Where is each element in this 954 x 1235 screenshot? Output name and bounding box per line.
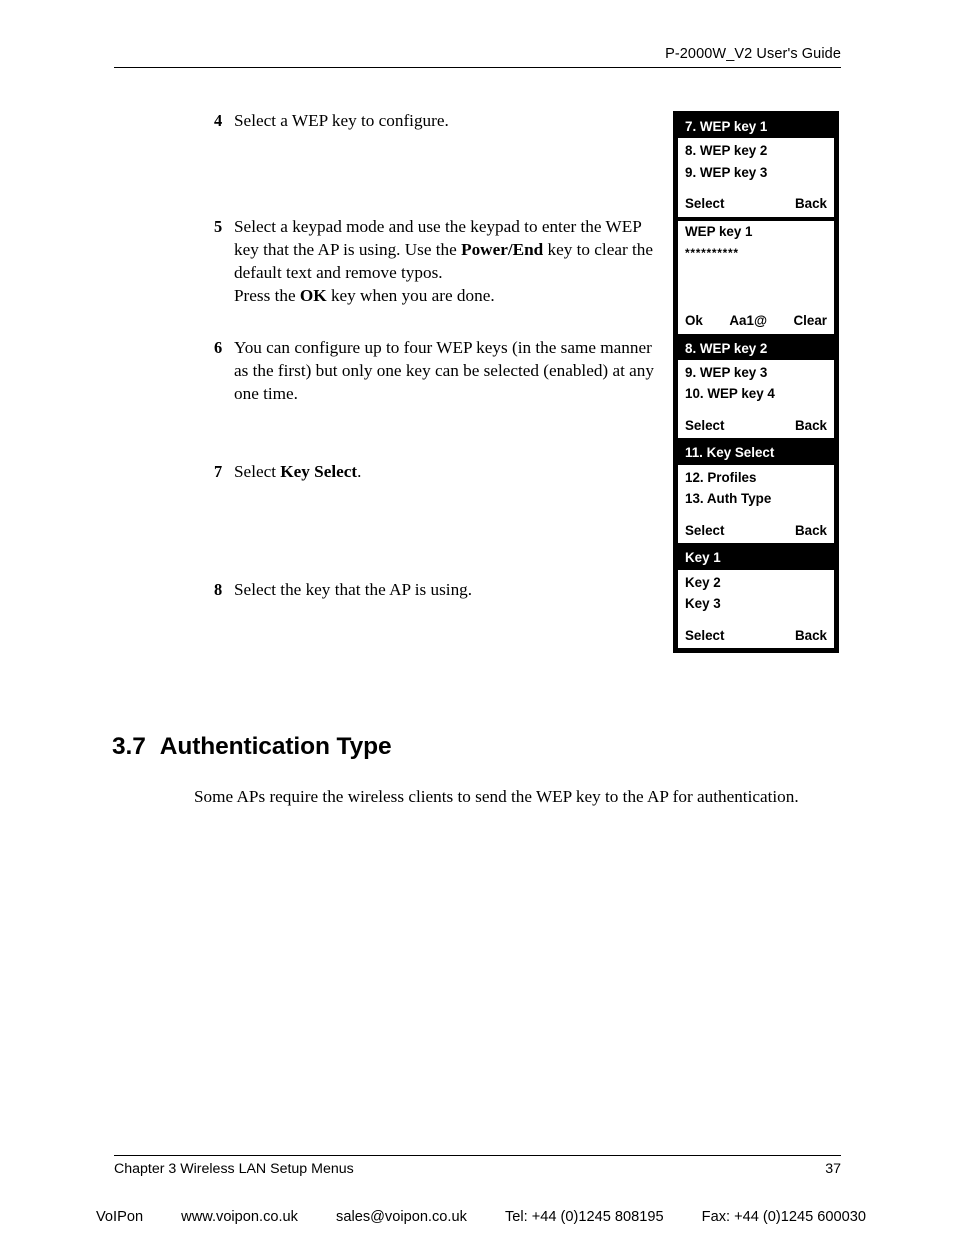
lcd-selected-row[interactable]: Key 1 <box>678 547 834 570</box>
lcd-softkey-bar: Select Back <box>678 414 834 439</box>
lcd-menu-items: 9. WEP key 3 10. WEP key 4 <box>678 360 834 415</box>
lcd-screen-wep-key-entry: WEP key 1 ********** Ok Aa1@ Clear <box>678 220 834 334</box>
section-body-paragraph: Some APs require the wireless clients to… <box>194 787 799 806</box>
phone-lcd-screen-stack: 7. WEP key 1 8. WEP key 2 9. WEP key 3 S… <box>673 111 839 654</box>
lcd-screen-key-select-menu: 11. Key Select 12. Profiles 13. Auth Typ… <box>678 442 834 544</box>
step-number: 5 <box>214 216 223 236</box>
lcd-menu-items: 8. WEP key 2 9. WEP key 3 <box>678 138 834 193</box>
step-item: 7 Select Key Select. <box>214 461 670 484</box>
header-title: P-2000W_V2 User's Guide <box>665 46 841 62</box>
footer-page-number: 37 <box>825 1161 841 1177</box>
step-text: Select a WEP key to configure. <box>234 111 449 130</box>
softkey-back[interactable]: Back <box>795 523 827 538</box>
step-text: Select Key Select. <box>234 462 362 481</box>
softkey-clear[interactable]: Clear <box>794 313 828 328</box>
lcd-menu-item[interactable]: 8. WEP key 2 <box>685 140 827 161</box>
watermark-brand: VoIPon <box>96 1209 144 1225</box>
voipon-watermark-bar: VoIPon www.voipon.co.uk sales@voipon.co.… <box>96 1209 866 1225</box>
step-number: 8 <box>214 579 223 599</box>
page-header: P-2000W_V2 User's Guide <box>114 46 841 68</box>
softkey-back[interactable]: Back <box>795 196 827 211</box>
section-heading: 3.7 Authentication Type <box>112 733 392 761</box>
lcd-menu-items: Key 2 Key 3 <box>678 569 834 624</box>
step-text: Select a keypad mode and use the keypad … <box>234 216 653 305</box>
lcd-screen-wep-key-list-1: 7. WEP key 1 8. WEP key 2 9. WEP key 3 S… <box>678 116 834 217</box>
lcd-softkey-bar: Ok Aa1@ Clear <box>678 309 834 334</box>
step-item: 4 Select a WEP key to configure. <box>214 110 670 133</box>
softkey-keypad-mode[interactable]: Aa1@ <box>703 313 794 328</box>
lcd-screen-key-choice-list: Key 1 Key 2 Key 3 Select Back <box>678 547 834 649</box>
watermark-website[interactable]: www.voipon.co.uk <box>181 1209 298 1225</box>
step-text: You can configure up to four WEP keys (i… <box>234 338 654 404</box>
lcd-softkey-bar: Select Back <box>678 518 834 544</box>
lcd-softkey-bar: Select Back <box>678 192 834 217</box>
softkey-select[interactable]: Select <box>685 418 795 433</box>
step-item: 5 Select a keypad mode and use the keypa… <box>214 216 670 308</box>
lcd-selected-row[interactable]: 8. WEP key 2 <box>678 337 834 361</box>
softkey-select[interactable]: Select <box>685 196 795 211</box>
lcd-selected-row[interactable]: 11. Key Select <box>678 442 834 465</box>
page-footer: Chapter 3 Wireless LAN Setup Menus 37 <box>114 1155 841 1177</box>
step-number: 7 <box>214 462 223 481</box>
numbered-step-list: 4 Select a WEP key to configure. 5 Selec… <box>214 110 670 602</box>
step-number: 4 <box>214 111 223 130</box>
section-number: 3.7 <box>112 733 146 760</box>
step-text: Select the key that the AP is using. <box>234 579 473 599</box>
masked-key-value[interactable]: ********** <box>685 245 827 260</box>
lcd-screen-title: WEP key 1 <box>678 220 834 244</box>
lcd-menu-item[interactable]: Key 3 <box>685 593 827 614</box>
lcd-menu-items: 12. Profiles 13. Auth Type <box>678 464 834 519</box>
lcd-value-area: ********** <box>678 243 834 310</box>
lcd-menu-item[interactable]: Key 2 <box>685 572 827 593</box>
watermark-fax: Fax: +44 (0)1245 600030 <box>701 1209 866 1225</box>
watermark-telephone: Tel: +44 (0)1245 808195 <box>504 1209 664 1225</box>
footer-chapter-label: Chapter 3 Wireless LAN Setup Menus <box>114 1161 354 1177</box>
lcd-screen-wep-key-list-2: 8. WEP key 2 9. WEP key 3 10. WEP key 4 … <box>678 337 834 439</box>
softkey-back[interactable]: Back <box>795 628 827 643</box>
softkey-select[interactable]: Select <box>685 628 795 643</box>
lcd-menu-item[interactable]: 9. WEP key 3 <box>685 362 827 383</box>
lcd-softkey-bar: Select Back <box>678 623 834 649</box>
softkey-ok[interactable]: Ok <box>685 313 703 328</box>
lcd-selected-row[interactable]: 7. WEP key 1 <box>678 116 834 139</box>
step-item: 8 Select the key that the AP is using. <box>214 579 670 602</box>
lcd-menu-item[interactable]: 13. Auth Type <box>685 488 827 509</box>
section-title: Authentication Type <box>159 733 392 760</box>
step-item: 6 You can configure up to four WEP keys … <box>214 337 670 406</box>
footer-rule <box>114 1155 841 1156</box>
header-rule <box>114 67 841 68</box>
softkey-select[interactable]: Select <box>685 523 795 538</box>
lcd-menu-item[interactable]: 10. WEP key 4 <box>685 383 827 404</box>
watermark-email[interactable]: sales@voipon.co.uk <box>336 1209 467 1225</box>
softkey-back[interactable]: Back <box>795 418 827 433</box>
lcd-menu-item[interactable]: 12. Profiles <box>685 467 827 488</box>
step-number: 6 <box>214 338 223 358</box>
lcd-menu-item[interactable]: 9. WEP key 3 <box>685 162 827 183</box>
